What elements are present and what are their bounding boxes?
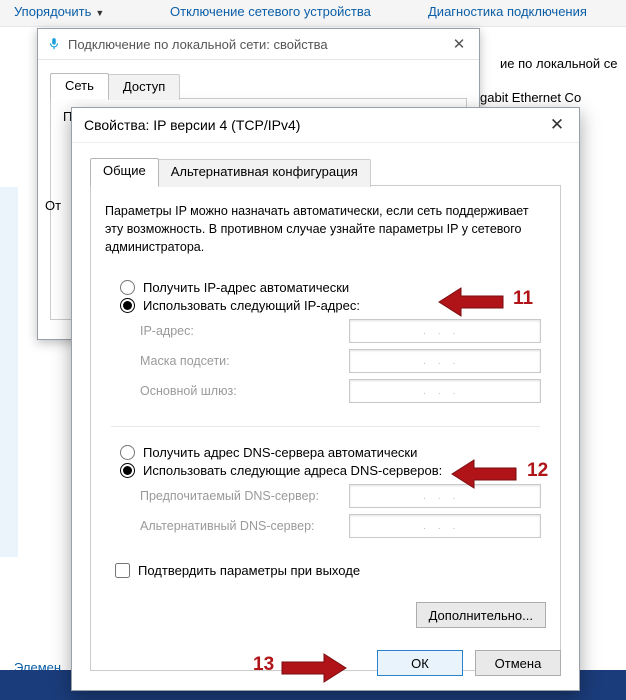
input-ip-address[interactable]: ...: [349, 319, 541, 343]
lan-side-label: От: [45, 198, 61, 213]
lan-tab-network[interactable]: Сеть: [50, 73, 109, 99]
input-pref-dns[interactable]: ...: [349, 484, 541, 508]
dialog-button-row: ОК Отмена: [377, 650, 561, 676]
lan-tabs: Сеть Доступ: [50, 72, 479, 98]
ok-button[interactable]: ОК: [377, 650, 463, 676]
lan-titlebar[interactable]: Подключение по локальной сети: свойства …: [38, 29, 479, 60]
bg-text-adapter: Gigabit Ethernet Co: [467, 90, 581, 105]
divider: [111, 426, 540, 427]
dialog-title: Свойства: IP версии 4 (TCP/IPv4): [84, 117, 300, 133]
advanced-button[interactable]: Дополнительно...: [416, 602, 546, 628]
radio-dns-auto[interactable]: Получить адрес DNS-сервера автоматически: [110, 445, 541, 460]
row-pref-dns: Предпочитаемый DNS-сервер: ...: [110, 484, 541, 508]
radio-ip-manual[interactable]: Использовать следующий IP-адрес:: [110, 298, 541, 313]
toolbar-organize[interactable]: Упорядочить▼: [14, 4, 104, 19]
radio-ip-auto[interactable]: Получить IP-адрес автоматически: [110, 280, 541, 295]
checkbox-validate[interactable]: Подтвердить параметры при выходе: [105, 563, 546, 578]
label-gateway: Основной шлюз:: [140, 384, 349, 398]
label-ip-address: IP-адрес:: [140, 324, 349, 338]
input-subnet-mask[interactable]: ...: [349, 349, 541, 373]
selection-strip: [0, 187, 18, 557]
tab-general[interactable]: Общие: [90, 158, 159, 186]
tab-alternate-config[interactable]: Альтернативная конфигурация: [158, 159, 371, 187]
bg-text-connection: ие по локальной се: [500, 56, 618, 71]
input-alt-dns[interactable]: ...: [349, 514, 541, 538]
dialog-close-button[interactable]: ✕: [535, 108, 579, 142]
label-pref-dns: Предпочитаемый DNS-сервер:: [140, 489, 349, 503]
ip-group: Получить IP-адрес автоматически Использо…: [105, 270, 546, 418]
row-ip-address: IP-адрес: ...: [110, 319, 541, 343]
cancel-button[interactable]: Отмена: [475, 650, 561, 676]
lan-title: Подключение по локальной сети: свойства: [68, 37, 328, 52]
radio-dns-manual[interactable]: Использовать следующие адреса DNS-сервер…: [110, 463, 541, 478]
dialog-titlebar[interactable]: Свойства: IP версии 4 (TCP/IPv4) ✕: [72, 108, 579, 143]
explorer-toolbar: Упорядочить▼ Отключение сетевого устройс…: [0, 0, 626, 27]
ip-description: Параметры IP можно назначать автоматичес…: [105, 202, 546, 256]
connection-icon: [47, 37, 61, 51]
dns-group: Получить адрес DNS-сервера автоматически…: [105, 435, 546, 553]
row-subnet-mask: Маска подсети: ...: [110, 349, 541, 373]
lan-tab-access[interactable]: Доступ: [108, 74, 180, 100]
dialog-tabs: Общие Альтернативная конфигурация: [90, 157, 579, 185]
lan-close-button[interactable]: ✕: [439, 31, 479, 57]
toolbar-disable[interactable]: Отключение сетевого устройства: [170, 4, 371, 19]
toolbar-diagnose[interactable]: Диагностика подключения: [428, 4, 587, 19]
input-gateway[interactable]: ...: [349, 379, 541, 403]
label-alt-dns: Альтернативный DNS-сервер:: [140, 519, 349, 533]
dialog-panel: Параметры IP можно назначать автоматичес…: [90, 185, 561, 671]
row-gateway: Основной шлюз: ...: [110, 379, 541, 403]
label-subnet-mask: Маска подсети:: [140, 354, 349, 368]
row-alt-dns: Альтернативный DNS-сервер: ...: [110, 514, 541, 538]
ipv4-properties-dialog: Свойства: IP версии 4 (TCP/IPv4) ✕ Общие…: [71, 107, 580, 691]
